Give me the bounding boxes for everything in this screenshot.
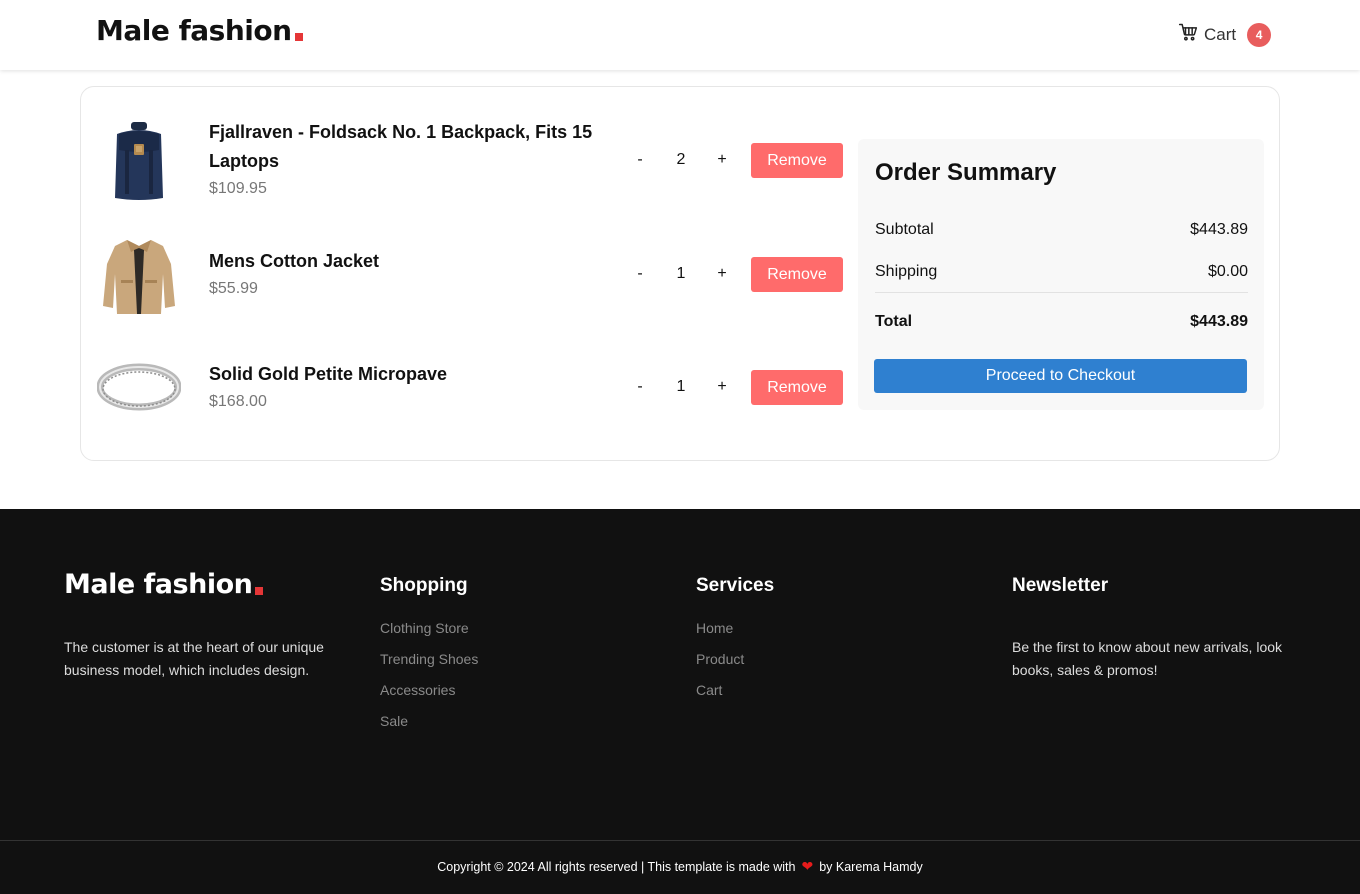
copyright-suffix: by Karema Hamdy [819,860,923,874]
footer-newsletter-column: Newsletter [1012,575,1108,620]
quantity-stepper: - 1 + [629,259,739,289]
copyright-text: Copyright © 2024 All rights reserved | T… [0,858,1360,875]
footer-brand-logo[interactable]: Male fashion [64,569,264,600]
footer-newsletter-title: Newsletter [1012,575,1109,596]
total-value: $443.89 [1190,313,1248,330]
jacket-image[interactable] [97,233,181,317]
footer-brand-name: Male fashion [64,569,253,600]
cart-icon [1178,22,1198,47]
remove-button[interactable]: Remove [751,370,843,405]
footer-about-text: The customer is at the heart of our uniq… [64,639,324,678]
summary-divider [875,292,1248,293]
quantity-value: 1 [676,378,686,395]
footer-divider [0,840,1360,841]
subtotal-value: $443.89 [1190,221,1248,238]
decrease-quantity-button[interactable]: - [629,378,651,396]
remove-button[interactable]: Remove [751,143,843,178]
increase-quantity-button[interactable]: + [711,378,733,396]
decrease-quantity-button[interactable]: - [629,151,651,169]
order-summary-title: Order Summary [875,159,1057,186]
cart-link[interactable]: Cart 4 [1178,22,1272,47]
item-price: $109.95 [209,180,267,197]
brand-name: Male fashion [96,14,292,47]
ring-image[interactable] [97,345,181,429]
footer-link-product[interactable]: Product [696,651,774,667]
cart-count-badge: 4 [1247,22,1272,47]
footer-link-sale[interactable]: Sale [380,713,478,729]
increase-quantity-button[interactable]: + [711,265,733,283]
shipping-label: Shipping [875,263,938,280]
footer-newsletter-text: Be the first to know about new arrivals,… [1012,639,1283,678]
quantity-stepper: - 2 + [629,145,739,175]
footer-services-title: Services [696,575,775,596]
item-title[interactable]: Fjallraven - Foldsack No. 1 Backpack, Fi… [209,118,609,176]
footer-link-trending-shoes[interactable]: Trending Shoes [380,651,478,667]
quantity-value: 1 [676,265,686,282]
brand-logo[interactable]: Male fashion [96,14,303,47]
footer-link-accessories[interactable]: Accessories [380,682,478,698]
footer-link-cart[interactable]: Cart [696,682,774,698]
footer-shopping-title: Shopping [380,575,468,596]
brand-dot [294,33,303,41]
subtotal-row: Subtotal $443.89 [875,221,1248,239]
item-price: $168.00 [209,393,267,410]
checkout-button[interactable]: Proceed to Checkout [874,359,1247,393]
increase-quantity-button[interactable]: + [711,151,733,169]
footer-shopping-column: Shopping Clothing Store Trending Shoes A… [380,575,478,744]
brand-dot [255,587,264,595]
item-price: $55.99 [209,280,258,297]
backpack-image[interactable] [97,119,181,203]
total-label: Total [875,313,913,330]
item-title[interactable]: Mens Cotton Jacket [209,247,609,276]
footer-services-column: Services Home Product Cart [696,575,774,713]
heart-icon: ❤ [801,858,814,874]
quantity-stepper: - 1 + [629,372,739,402]
cart-panel: Fjallraven - Foldsack No. 1 Backpack, Fi… [80,86,1280,461]
subtotal-label: Subtotal [875,221,934,238]
footer-link-home[interactable]: Home [696,620,774,636]
item-title[interactable]: Solid Gold Petite Micropave [209,360,609,389]
footer-link-clothing-store[interactable]: Clothing Store [380,620,478,636]
shipping-row: Shipping $0.00 [875,263,1248,281]
total-row: Total $443.89 [875,313,1248,331]
decrease-quantity-button[interactable]: - [629,265,651,283]
quantity-value: 2 [676,151,686,168]
site-header: Male fashion Cart 4 [0,0,1360,70]
shipping-value: $0.00 [1207,263,1248,280]
order-summary: Order Summary Subtotal $443.89 Shipping … [858,139,1264,410]
site-footer: Male fashion The customer is at the hear… [0,509,1360,894]
cart-label: Cart [1204,24,1237,44]
remove-button[interactable]: Remove [751,257,843,292]
copyright-prefix: Copyright © 2024 All rights reserved | T… [437,860,796,874]
